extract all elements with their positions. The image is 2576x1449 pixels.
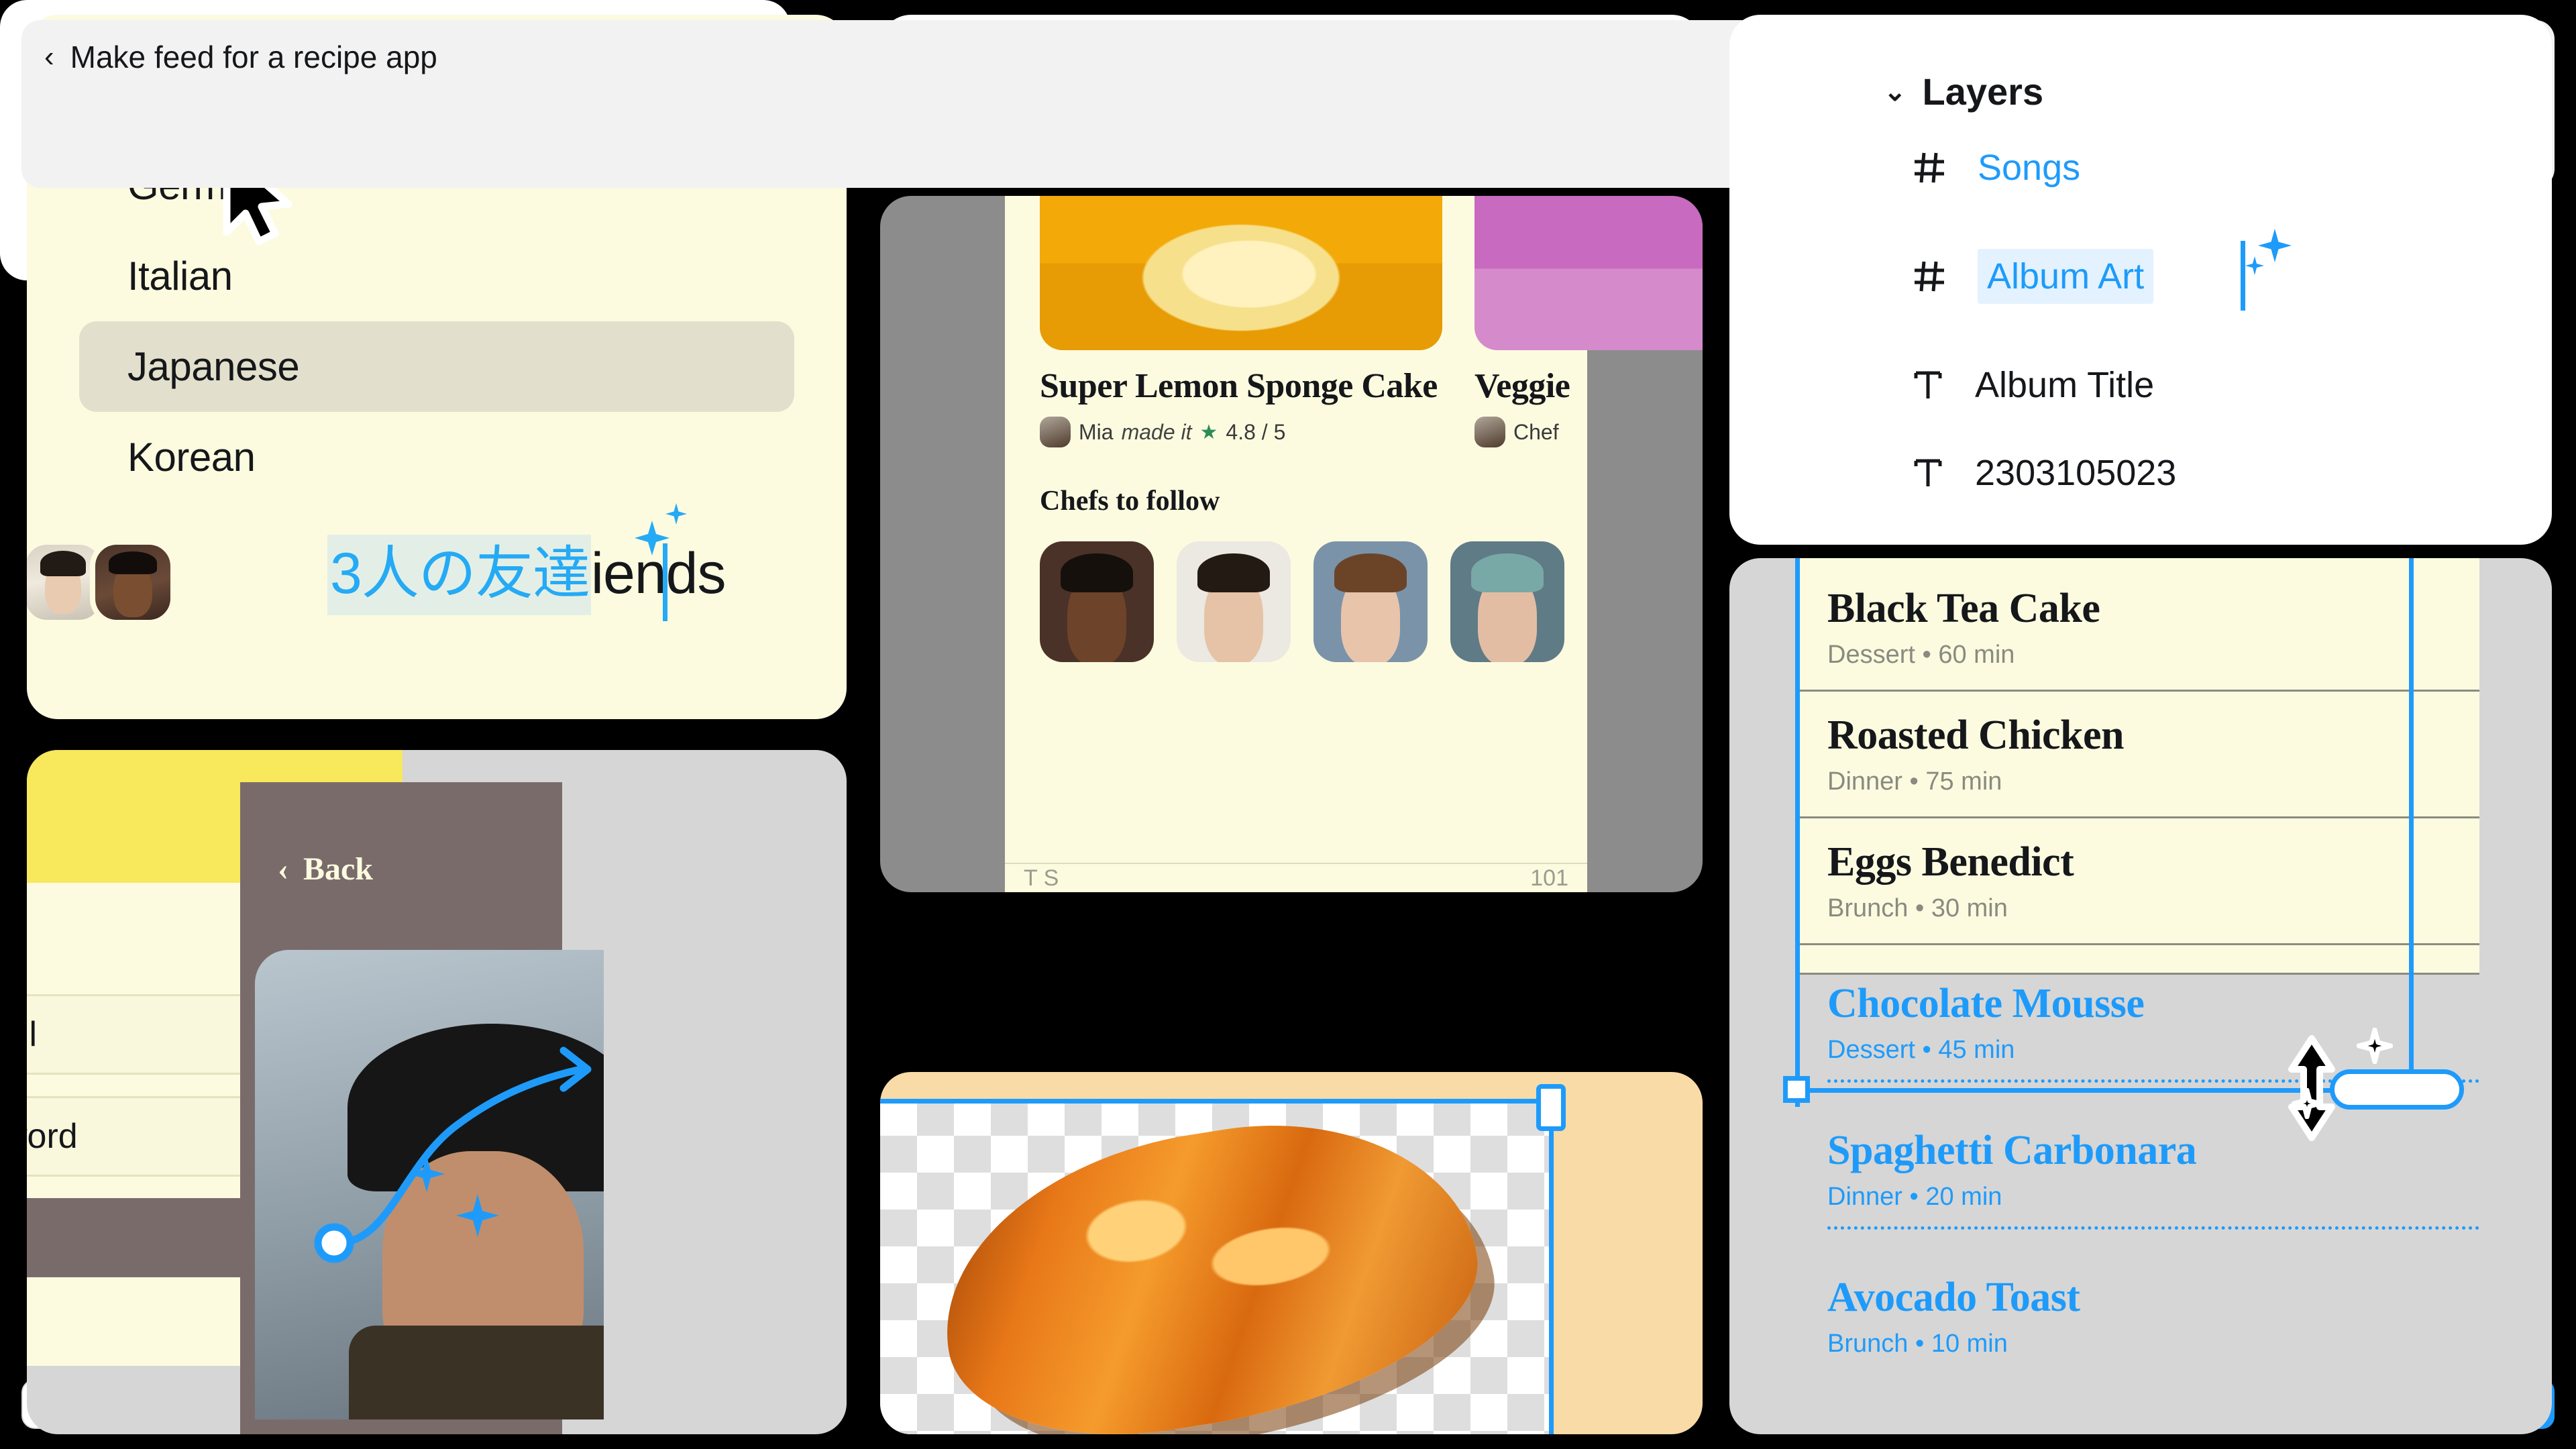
frame-icon xyxy=(1912,150,1947,185)
resize-pill-handle[interactable] xyxy=(2330,1069,2464,1110)
chevron-left-icon[interactable]: ‹ xyxy=(44,40,54,74)
avatar xyxy=(90,539,176,625)
recipe-list-meta: Brunch • 10 min xyxy=(1827,1330,2008,1358)
chef-avatar[interactable] xyxy=(1450,541,1564,662)
recipe-list-title: Spaghetti Carbonara xyxy=(1827,1128,2197,1173)
recipe-feed-panel: Super Lemon Sponge Cake Mia made it ★ 4.… xyxy=(880,196,1703,892)
sign-in-label: in xyxy=(27,1217,28,1258)
friends-row: 3人の友達iends xyxy=(27,503,847,674)
recipe-card[interactable]: Veggie Chef xyxy=(1474,196,1703,447)
layer-item-songs[interactable]: Songs xyxy=(1729,113,2552,222)
layer-label: Album Art xyxy=(1978,249,2154,304)
feed-footer: T S 101 xyxy=(1005,863,1587,892)
recipe-list-meta: Dinner • 20 min xyxy=(1827,1183,2002,1211)
recipe-list-panel: Black Tea Cake Dessert • 60 min Roasted … xyxy=(1729,558,2552,1434)
selection-edge-right xyxy=(2409,558,2414,1107)
recipe-list-title: Eggs Benedict xyxy=(1827,839,2074,885)
recipe-title: Super Lemon Sponge Cake xyxy=(1040,367,1438,405)
layer-item-album-art[interactable]: Album Art xyxy=(1729,222,2552,331)
recipe-card[interactable]: Super Lemon Sponge Cake Mia made it ★ 4.… xyxy=(1040,196,1442,447)
language-option-italian[interactable]: Italian xyxy=(27,231,847,321)
avatar xyxy=(1040,417,1071,447)
recipe-author: Mia xyxy=(1079,419,1114,444)
recipe-list-item-ghost[interactable]: Avocado Toast Brunch • 10 min xyxy=(1795,1250,2479,1379)
selection-handle-bottom-left[interactable] xyxy=(1783,1076,1810,1103)
back-button[interactable]: ‹ Back xyxy=(278,851,373,888)
destination-photo xyxy=(255,950,604,1419)
layers-panel: ⌄ Layers Songs Album Art Album Title 230… xyxy=(1729,15,2552,545)
translated-text: 3人の友達 xyxy=(327,535,591,615)
feed-footer-left: T S xyxy=(1024,865,1059,891)
recipe-meta: Chef xyxy=(1474,417,1703,447)
recipe-list: Black Tea Cake Dessert • 60 min Roasted … xyxy=(1795,558,2479,1379)
phone-frame: Super Lemon Sponge Cake Mia made it ★ 4.… xyxy=(1005,196,1703,892)
recipe-list-title: Roasted Chicken xyxy=(1827,712,2125,758)
recipe-list-meta: Dessert • 60 min xyxy=(1827,641,2015,669)
drop-indicator xyxy=(1827,1226,2479,1230)
selection-edge-left xyxy=(1795,558,1800,1107)
chevron-left-icon: ‹ xyxy=(278,851,288,887)
feed-footer-right: 101 xyxy=(1530,865,1568,891)
language-label: Japanese xyxy=(127,344,300,389)
recipe-list-item-partial xyxy=(1795,945,2479,975)
screenshot-stage: Spanish German Italian Japanese Korean 3… xyxy=(0,0,2576,1449)
recipe-photo xyxy=(1040,196,1442,350)
chef-avatar[interactable] xyxy=(1040,541,1154,662)
recipe-rating: 4.8 / 5 xyxy=(1226,419,1286,444)
layer-label: 2303105023 xyxy=(1975,453,2177,493)
recipe-list-item[interactable]: Roasted Chicken Dinner • 75 min xyxy=(1795,692,2479,818)
recipe-list-title: Avocado Toast xyxy=(1827,1275,2080,1320)
recipe-list-title: Black Tea Cake xyxy=(1827,586,2100,631)
language-label: Italian xyxy=(127,254,233,299)
recipe-list-item[interactable]: Black Tea Cake Dessert • 60 min xyxy=(1795,558,2479,692)
layer-item-number[interactable]: 2303105023 xyxy=(1729,439,2552,506)
croissant-canvas-panel xyxy=(880,1072,1703,1434)
prototype-flow-panel: ail word in ‹ Back xyxy=(27,750,847,1434)
recipe-photo xyxy=(1474,196,1703,350)
layer-item-album-title[interactable]: Album Title xyxy=(1729,331,2552,439)
chef-avatar[interactable] xyxy=(1313,541,1428,662)
prompt-value: Make feed for a recipe app xyxy=(70,40,437,74)
selection-edge-top xyxy=(880,1099,1551,1104)
sparkle-icon xyxy=(2243,254,2266,277)
chefs-section-title: Chefs to follow xyxy=(1040,486,1220,517)
recipe-author: Chef xyxy=(1513,419,1559,444)
layers-title: Layers xyxy=(1922,70,2044,113)
text-icon xyxy=(1912,455,1944,490)
chevron-down-icon[interactable]: ⌄ xyxy=(1884,76,1907,107)
destination-screen: ‹ Back xyxy=(240,782,604,1434)
recipe-list-meta: Dinner • 75 min xyxy=(1827,767,2002,796)
email-field-label: ail xyxy=(27,1015,38,1054)
recipe-card-strip: Super Lemon Sponge Cake Mia made it ★ 4.… xyxy=(1040,196,1703,447)
language-option-korean[interactable]: Korean xyxy=(27,412,847,502)
layer-label: Album Title xyxy=(1975,365,2155,405)
selection-edge-right xyxy=(1549,1099,1554,1434)
language-option-japanese[interactable]: Japanese xyxy=(79,321,794,412)
frame-icon xyxy=(1912,259,1947,294)
layers-header[interactable]: ⌄ Layers xyxy=(1729,15,2552,113)
sparkle-icon xyxy=(663,500,690,527)
recipe-meta: Mia made it ★ 4.8 / 5 xyxy=(1040,417,1442,447)
recipe-list-title: Chocolate Mousse xyxy=(1827,981,2145,1026)
password-field-label: word xyxy=(27,1117,78,1156)
star-icon: ★ xyxy=(1199,421,1218,443)
layer-label: Songs xyxy=(1978,148,2081,188)
recipe-title: Veggie xyxy=(1474,367,1570,405)
selection-handle[interactable] xyxy=(1536,1084,1566,1131)
avatar xyxy=(1474,417,1505,447)
recipe-list-item[interactable]: Eggs Benedict Brunch • 30 min xyxy=(1795,818,2479,945)
avatar-stack xyxy=(27,539,176,625)
language-label: Korean xyxy=(127,435,256,480)
back-label: Back xyxy=(303,851,373,887)
chefs-row xyxy=(1040,541,1587,662)
recipe-list-meta: Brunch • 30 min xyxy=(1827,894,2008,922)
sparkle-icon xyxy=(2357,1028,2393,1064)
recipe-action: made it xyxy=(1121,419,1192,444)
chef-avatar[interactable] xyxy=(1177,541,1291,662)
text-icon xyxy=(1912,368,1944,402)
recipe-list-item-ghost[interactable]: Spaghetti Carbonara Dinner • 20 min xyxy=(1795,1103,2479,1250)
sparkle-icon xyxy=(2292,1088,2322,1119)
